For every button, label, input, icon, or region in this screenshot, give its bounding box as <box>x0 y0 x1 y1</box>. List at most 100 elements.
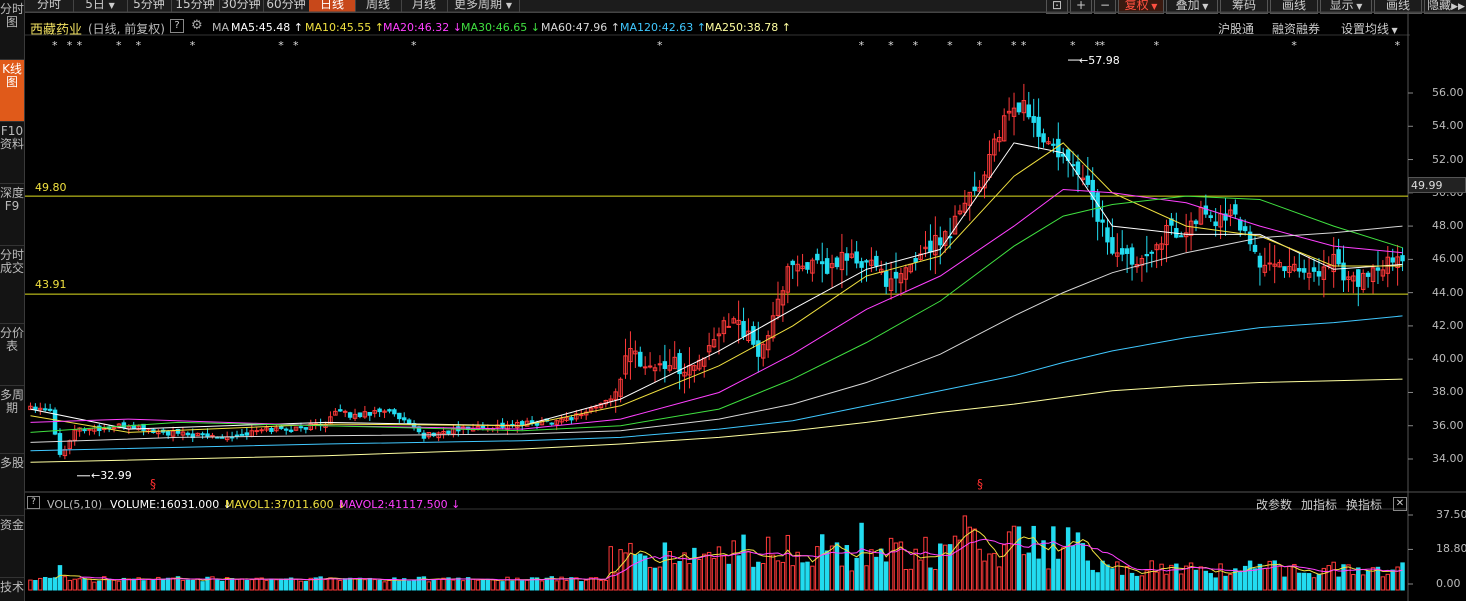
candle-body <box>1041 133 1046 143</box>
volume-bar <box>283 578 289 591</box>
volume-bar <box>264 579 269 591</box>
candle-body <box>1051 143 1056 146</box>
ma-line-6 <box>30 378 1403 463</box>
candle-body <box>205 433 210 437</box>
volume-bar <box>1041 540 1046 591</box>
volume-bar <box>780 561 786 591</box>
high-price-annotation: ←57.98 <box>1079 54 1120 67</box>
price-tick-label: 54.00 <box>1432 119 1464 133</box>
candle-body <box>121 422 127 428</box>
candle-body <box>938 237 943 246</box>
volume-bar <box>800 562 805 591</box>
volume-bar <box>470 578 476 591</box>
ma-line-2 <box>30 188 1403 430</box>
volume-help-icon[interactable]: ? <box>27 496 40 509</box>
volume-bar <box>888 537 894 591</box>
volume-bar <box>692 547 697 591</box>
candle-body <box>401 417 407 421</box>
volume-bar <box>431 579 436 591</box>
volume-bar <box>642 555 648 591</box>
candle-body <box>520 421 525 426</box>
volume-bar <box>161 578 166 591</box>
volume-bar <box>721 555 727 591</box>
candle-body <box>357 412 363 418</box>
volume-bar <box>1311 577 1317 591</box>
volume-bar <box>288 577 294 591</box>
candle-body <box>662 361 668 369</box>
volume-bar <box>972 528 977 591</box>
volume-bar <box>1105 564 1110 591</box>
candle-body <box>1375 267 1381 271</box>
candle-body <box>406 419 412 424</box>
volume-bar <box>662 542 668 591</box>
volume-bar <box>603 579 609 591</box>
ma-line-0 <box>30 142 1403 430</box>
candle-body <box>751 326 756 345</box>
volume-bar <box>667 551 673 591</box>
volume-bar <box>775 560 781 591</box>
volume-bar <box>574 577 579 591</box>
candle-body <box>33 406 38 410</box>
candle-body <box>1247 231 1253 245</box>
candle-body <box>1257 255 1263 268</box>
candle-body <box>1193 220 1199 225</box>
volume-bar <box>672 563 677 591</box>
price-tick-label: 56.00 <box>1432 86 1464 99</box>
volume-bar <box>367 577 373 591</box>
volume-bar <box>82 578 87 591</box>
dividend-marker-2[interactable]: § <box>977 477 983 491</box>
volume-bar <box>72 578 77 591</box>
candle-body <box>1390 257 1395 263</box>
volume-bar <box>1179 573 1184 591</box>
dividend-marker-1[interactable]: § <box>150 477 156 491</box>
price-tick-label: 48.00 <box>1432 219 1464 233</box>
modify-params-link[interactable]: 改参数 <box>1256 496 1292 513</box>
volume-bar <box>1001 544 1007 591</box>
candle-body <box>1400 255 1405 262</box>
volume-bar <box>1287 565 1292 591</box>
close-icon[interactable]: ✕ <box>1393 497 1407 511</box>
candle-body <box>1144 254 1150 257</box>
volume-bar <box>480 579 486 591</box>
ma-line-3 <box>30 195 1403 433</box>
volume-bar <box>1085 560 1091 591</box>
volume-bar <box>638 553 643 591</box>
volume-bar <box>569 577 574 591</box>
volume-bar <box>756 561 761 591</box>
support-line-label: 43.91 <box>35 278 67 291</box>
volume-tick-label: 37.50 <box>1436 508 1466 521</box>
candle-body <box>1267 262 1272 265</box>
add-indicator-link[interactable]: 加指标 <box>1301 496 1337 513</box>
volume-bar <box>864 565 869 591</box>
low-price-annotation: ←32.99 <box>91 469 132 482</box>
volume-bar <box>815 546 820 591</box>
volume-bar <box>244 579 250 591</box>
candle-body <box>111 427 117 430</box>
volume-bar <box>131 578 136 591</box>
volume-bar <box>598 580 604 591</box>
volume-bar <box>751 566 756 591</box>
volume-bar <box>987 553 992 591</box>
candle-body <box>397 412 402 420</box>
volume-bar <box>633 554 638 591</box>
volume-bar <box>505 576 510 591</box>
candle-body <box>1203 205 1209 215</box>
volume-bar <box>338 580 343 591</box>
candle-body <box>1056 138 1061 158</box>
candle-body <box>805 262 810 270</box>
candle-body <box>647 365 653 368</box>
switch-indicator-link[interactable]: 换指标 <box>1346 496 1382 513</box>
volume-bar <box>1154 571 1159 591</box>
candle-body <box>57 433 63 455</box>
volume-bar <box>52 577 58 591</box>
volume-bar <box>524 579 530 591</box>
volume-bar <box>869 549 874 591</box>
candle-body <box>338 409 343 412</box>
candle-body <box>1179 235 1184 238</box>
volume-tick-label: 0.00 <box>1436 577 1461 590</box>
volume-bar <box>92 581 97 591</box>
candle-body <box>82 429 87 432</box>
volume-bar <box>1169 564 1174 591</box>
candle-body <box>1110 237 1115 254</box>
volume-bar <box>97 580 102 591</box>
